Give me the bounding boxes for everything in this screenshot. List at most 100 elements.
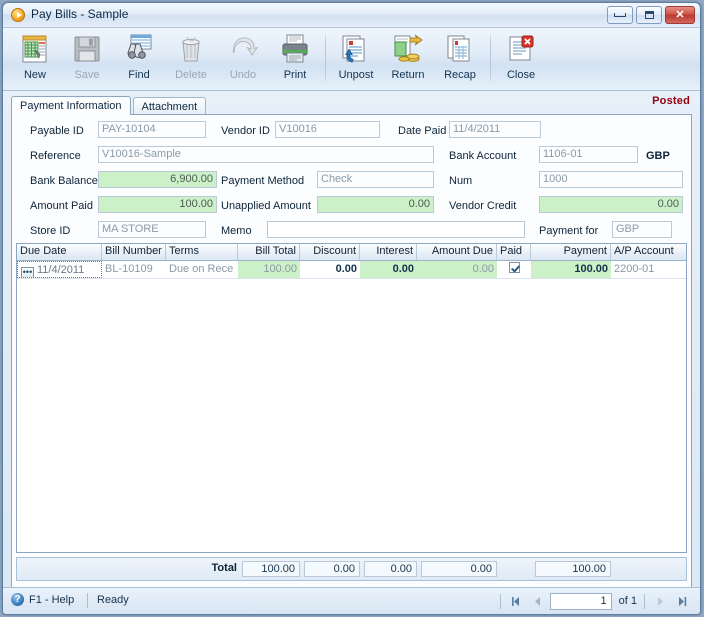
input-payment-for[interactable]: GBP xyxy=(612,221,672,238)
input-amount-paid[interactable]: 100.00 xyxy=(98,196,217,213)
toolbar-label-close: Close xyxy=(506,69,536,81)
label-num: Num xyxy=(449,175,473,187)
last-record-button[interactable] xyxy=(672,592,692,610)
input-num[interactable]: 1000 xyxy=(539,171,683,188)
bills-grid[interactable]: Due Date Bill Number Terms Bill Total Di… xyxy=(16,243,687,553)
input-vendor-id[interactable]: V10016 xyxy=(275,121,380,138)
cell-discount[interactable]: 0.00 xyxy=(300,261,360,278)
status-divider-2 xyxy=(499,593,501,609)
toolbar-label-delete: Delete xyxy=(175,69,207,81)
cell-terms[interactable]: Due on Rece xyxy=(166,261,238,278)
toolbar-separator-1 xyxy=(325,32,326,84)
label-payment-method: Payment Method xyxy=(221,175,305,187)
input-date-paid[interactable]: 11/4/2011 xyxy=(449,121,541,138)
binoculars-icon xyxy=(122,32,156,66)
input-memo[interactable] xyxy=(267,221,525,238)
input-bank-balance[interactable]: 6,900.00 xyxy=(98,171,217,188)
status-divider-1 xyxy=(87,593,88,608)
row-picker-icon[interactable]: ••• xyxy=(21,267,34,277)
content-area: Payment Information Attachment Posted Pa… xyxy=(3,91,700,614)
input-vendor-credit[interactable]: 0.00 xyxy=(539,196,683,213)
record-navigator: 1 of 1 xyxy=(499,591,692,611)
maximize-button[interactable] xyxy=(636,6,662,24)
paid-checkbox[interactable] xyxy=(508,262,520,273)
status-divider-3 xyxy=(644,593,645,609)
label-reference: Reference xyxy=(30,150,81,162)
cell-paid[interactable] xyxy=(497,261,531,278)
toolbar-button-print[interactable]: Print xyxy=(269,30,321,88)
grid-column-discount[interactable]: Discount xyxy=(300,244,360,260)
window-controls: ✕ xyxy=(607,6,695,24)
cell-bill-number[interactable]: BL-10109 xyxy=(102,261,166,278)
toolbar-label-find: Find xyxy=(128,69,150,81)
toolbar-button-delete[interactable]: Delete xyxy=(165,30,217,88)
toolbar-label-new: New xyxy=(23,69,46,81)
totals-interest: 0.00 xyxy=(364,561,417,577)
grid-column-bill-total[interactable]: Bill Total xyxy=(238,244,300,260)
toolbar-button-recap[interactable]: Recap xyxy=(434,30,486,88)
title-bar: Pay Bills - Sample ✕ xyxy=(3,3,700,28)
page-count-label: of 1 xyxy=(618,595,637,607)
close-button[interactable]: ✕ xyxy=(665,6,695,24)
cell-interest[interactable]: 0.00 xyxy=(360,261,417,278)
totals-label: Total xyxy=(211,562,237,574)
first-record-button[interactable] xyxy=(506,592,526,610)
label-bank-balance: Bank Balance xyxy=(30,175,98,187)
cell-ap-account[interactable]: 2200-01 xyxy=(611,261,686,278)
tab-payment-information[interactable]: Payment Information xyxy=(11,96,131,115)
grid-column-interest[interactable]: Interest xyxy=(360,244,417,260)
next-record-button[interactable] xyxy=(650,592,670,610)
grid-column-bill-number[interactable]: Bill Number xyxy=(102,244,166,260)
toolbar-button-save[interactable]: Save xyxy=(61,30,113,88)
totals-row: Total 100.00 0.00 0.00 0.00 100.00 xyxy=(16,557,687,581)
toolbar-button-find[interactable]: Find xyxy=(113,30,165,88)
grid-column-ap-account[interactable]: A/P Account xyxy=(611,244,686,260)
maximize-icon xyxy=(644,11,654,19)
recap-icon xyxy=(443,32,477,66)
cell-payment[interactable]: 100.00 xyxy=(531,261,611,278)
previous-record-button[interactable] xyxy=(528,592,548,610)
cell-due-date[interactable]: ••• 11/4/2011 xyxy=(17,261,102,278)
trash-can-icon xyxy=(174,32,208,66)
label-vendor-credit: Vendor Credit xyxy=(449,200,517,212)
input-store-id[interactable]: MA STORE xyxy=(98,221,206,238)
cell-bill-total[interactable]: 100.00 xyxy=(238,261,300,278)
input-reference[interactable]: V10016-Sample xyxy=(98,146,434,163)
grid-column-terms[interactable]: Terms xyxy=(166,244,238,260)
cell-due-date-value: 11/4/2011 xyxy=(37,264,85,276)
bank-account-currency: GBP xyxy=(646,150,670,162)
close-icon: ✕ xyxy=(675,8,685,21)
return-money-icon xyxy=(391,32,425,66)
close-document-icon xyxy=(504,32,538,66)
help-hint[interactable]: F1 - Help xyxy=(29,594,74,606)
label-date-paid: Date Paid xyxy=(398,125,447,137)
table-row[interactable]: ••• 11/4/2011 BL-10109 Due on Rece 100.00… xyxy=(17,261,686,279)
cell-amount-due[interactable]: 0.00 xyxy=(417,261,497,278)
input-unapplied-amount[interactable]: 0.00 xyxy=(317,196,434,213)
grid-column-due-date[interactable]: Due Date xyxy=(17,244,102,260)
input-payable-id[interactable]: PAY-10104 xyxy=(98,121,206,138)
toolbar-label-recap: Recap xyxy=(444,69,476,81)
grid-column-paid[interactable]: Paid xyxy=(497,244,531,260)
toolbar-separator-2 xyxy=(490,32,491,84)
toolbar-button-close[interactable]: Close xyxy=(495,30,547,88)
grid-column-amount-due[interactable]: Amount Due xyxy=(417,244,497,260)
toolbar-button-return[interactable]: Return xyxy=(382,30,434,88)
label-memo: Memo xyxy=(221,225,252,237)
input-payment-method[interactable]: Check xyxy=(317,171,434,188)
status-bar: ? F1 - Help Ready 1 of 1 xyxy=(3,587,700,614)
minimize-button[interactable] xyxy=(607,6,633,24)
toolbar-button-unpost[interactable]: Unpost xyxy=(330,30,382,88)
page-number-input[interactable]: 1 xyxy=(549,592,612,610)
toolbar-button-undo[interactable]: Undo xyxy=(217,30,269,88)
toolbar-label-undo: Undo xyxy=(229,69,257,81)
grid-column-payment[interactable]: Payment xyxy=(531,244,611,260)
tab-attachment[interactable]: Attachment xyxy=(132,97,207,115)
toolbar-button-new[interactable]: New xyxy=(9,30,61,88)
totals-amount-due: 0.00 xyxy=(421,561,497,577)
tab-bar: Payment Information Attachment xyxy=(11,96,692,115)
input-bank-account[interactable]: 1106-01 xyxy=(539,146,638,163)
totals-discount: 0.00 xyxy=(304,561,360,577)
totals-payment: 100.00 xyxy=(535,561,611,577)
label-store-id: Store ID xyxy=(30,225,71,237)
